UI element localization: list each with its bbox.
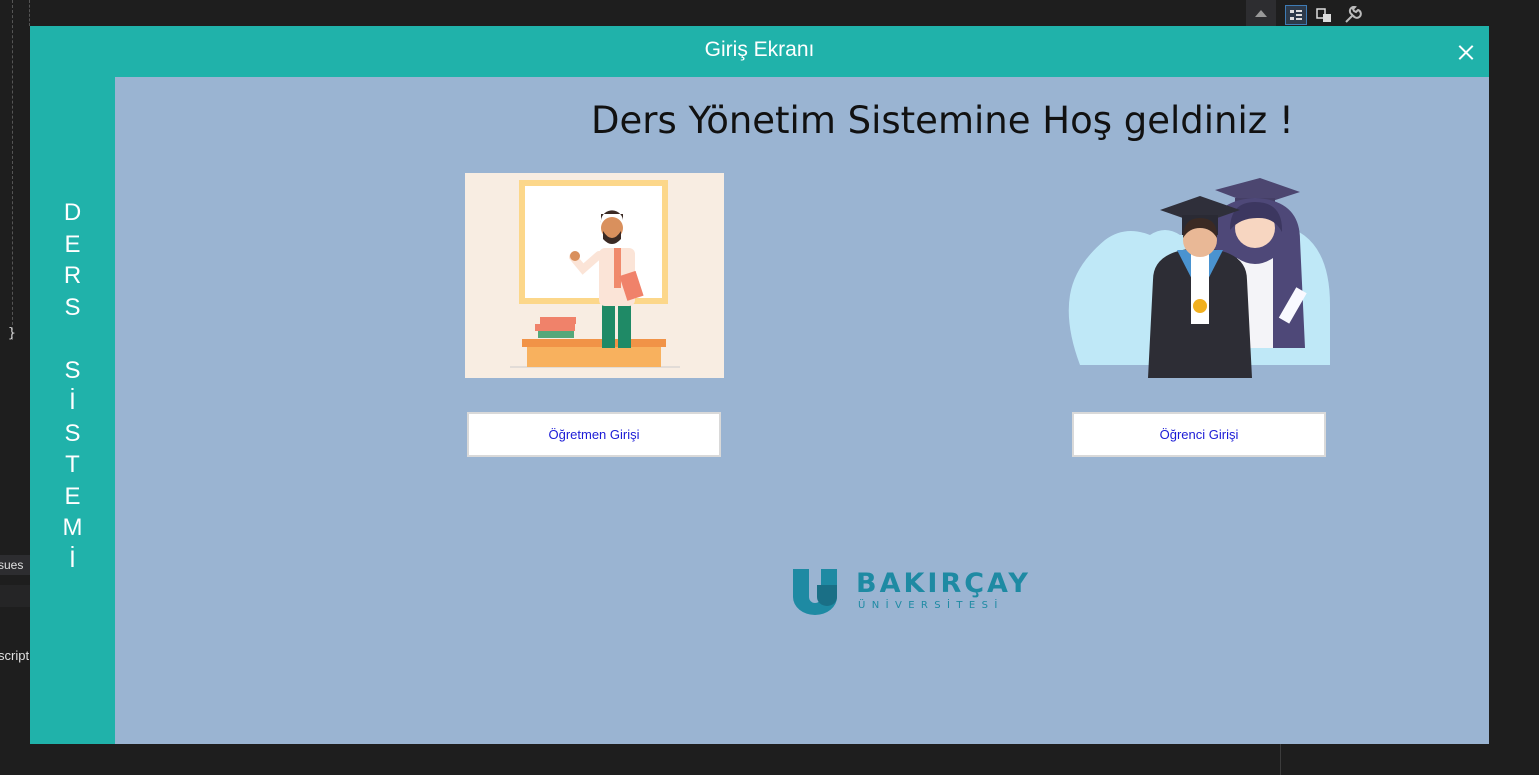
welcome-heading: Ders Yönetim Sistemine Hoş geldiniz ! — [591, 99, 1294, 142]
ide-script-text: script — [0, 648, 30, 663]
ide-editor-margin: } sues script — [0, 0, 30, 775]
bakircay-logo-mark — [793, 569, 837, 615]
ide-properties-toolbar — [1285, 5, 1363, 27]
alphabetical-view-icon[interactable] — [1313, 5, 1335, 25]
logo-name: BAKIRÇAY — [856, 568, 1031, 599]
window-title: Giriş Ekranı — [704, 38, 815, 61]
teacher-login-button[interactable]: Öğretmen Girişi — [467, 412, 721, 457]
university-logo: BAKIRÇAY ÜNİVERSİTESİ — [791, 565, 1028, 617]
ide-code-brace: } — [8, 326, 16, 341]
student-illustration[interactable] — [1065, 170, 1335, 380]
side-panel: D E R S S İ S T E M İ — [30, 77, 115, 744]
ide-scroll-up-button[interactable] — [1246, 0, 1276, 26]
ide-indent-guide — [12, 0, 13, 340]
side-panel-vertical-text: D E R S S İ S T E M İ — [62, 199, 83, 573]
wrench-icon[interactable] — [1341, 5, 1363, 25]
teacher-illustration[interactable] — [465, 173, 724, 378]
login-window: Giriş Ekranı D E R S S İ S T E M İ Ders … — [30, 26, 1489, 744]
ide-right-panel — [1489, 0, 1539, 775]
ide-issues-tab[interactable]: sues — [0, 555, 30, 575]
main-content: Ders Yönetim Sistemine Hoş geldiniz ! Öğ… — [115, 77, 1489, 744]
student-login-button[interactable]: Öğrenci Girişi — [1072, 412, 1326, 457]
logo-subtitle: ÜNİVERSİTESİ — [858, 600, 1004, 611]
title-bar: Giriş Ekranı — [30, 26, 1489, 77]
categorized-view-icon[interactable] — [1285, 5, 1307, 25]
close-icon[interactable] — [1452, 40, 1480, 64]
ide-panel-strip — [0, 585, 30, 607]
